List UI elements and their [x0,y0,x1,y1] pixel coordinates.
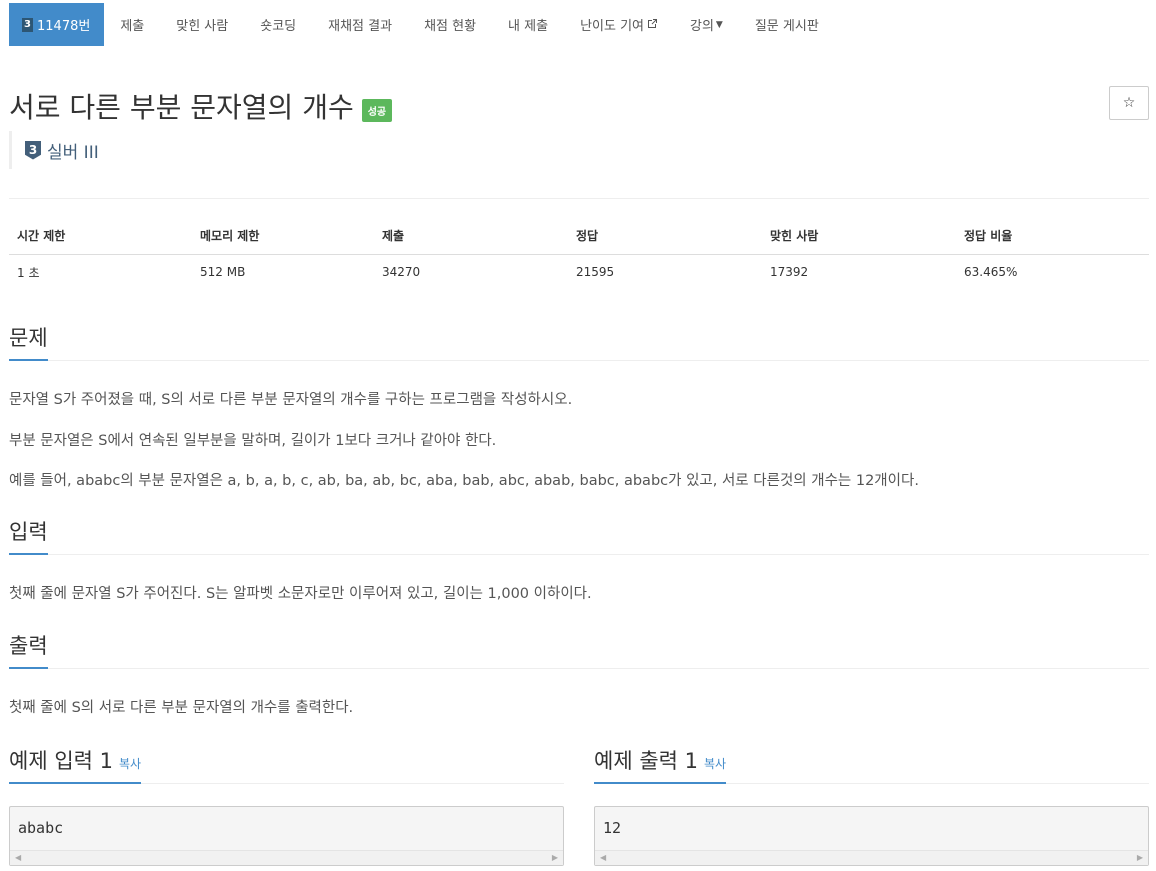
header-time-limit: 시간 제한 [9,218,192,255]
copy-input-link[interactable]: 복사 [119,757,141,771]
header-accept-ratio: 정답 비율 [956,218,1149,255]
input-title: 입력 [9,516,48,555]
nav-lectures-dropdown[interactable]: 강의 ▼ [674,3,739,46]
value-submissions: 34270 [382,265,421,280]
star-icon: ☆ [1122,95,1136,111]
input-header: 입력 [9,516,1149,555]
horizontal-scrollbar[interactable]: ◀ ▶ [595,850,1148,865]
nav-difficulty-label: 난이도 기여 [580,19,644,34]
value-solved-users: 17392 [770,265,809,280]
output-title: 출력 [9,630,48,669]
nav-submit[interactable]: 제출 [104,3,160,46]
sample-input-title: 예제 입력 1 [9,749,113,773]
tier-label: 실버 III [47,142,99,163]
silver-tier-icon: 3 [25,140,41,160]
table-header-row: 시간 제한 메모리 제한 제출 정답 맞힌 사람 정답 비율 [9,218,1149,255]
tier-badge-icon: 3 [22,17,33,32]
sample-output-code: 12 [603,819,622,837]
favorite-star-button[interactable]: ☆ [1109,86,1149,120]
sample-input-box[interactable]: ababc ◀ ▶ [9,806,564,866]
header-submissions: 제출 [374,218,568,255]
description-paragraph-2: 부분 문자열은 S에서 연속된 일부분을 말하며, 길이가 1보다 크거나 같아… [9,433,497,449]
nav-short-coding[interactable]: 숏코딩 [244,3,312,46]
problem-info-table: 시간 제한 메모리 제한 제출 정답 맞힌 사람 정답 비율 1 초 512 M… [9,218,1149,290]
nav-question-board[interactable]: 질문 게시판 [739,3,835,46]
sample-input-code: ababc [18,819,64,837]
nav-difficulty-contribution[interactable]: 난이도 기여 [564,3,674,46]
problem-number-label: 11478번 [37,19,91,34]
table-row: 1 초 512 MB 34270 21595 17392 63.465% [9,254,1149,290]
scroll-left-icon[interactable]: ◀ [600,853,606,862]
output-header: 출력 [9,630,1149,669]
scroll-left-icon[interactable]: ◀ [15,853,21,862]
horizontal-scrollbar[interactable]: ◀ ▶ [10,850,563,865]
header-memory-limit: 메모리 제한 [192,218,374,255]
scroll-right-icon[interactable]: ▶ [1137,853,1143,862]
description-title: 문제 [9,322,48,361]
copy-output-link[interactable]: 복사 [704,757,726,771]
problem-title-row: 서로 다른 부분 문자열의 개수 성공 [9,86,393,126]
scroll-right-icon[interactable]: ▶ [552,853,558,862]
output-description: 첫째 줄에 S의 서로 다른 부분 문자열의 개수를 출력한다. [9,700,354,716]
nav-rejudge-results[interactable]: 재채점 결과 [312,3,408,46]
input-description: 첫째 줄에 문자열 S가 주어진다. S는 알파벳 소문자로만 이루어져 있고,… [9,586,592,602]
nav-judge-status[interactable]: 채점 현황 [408,3,492,46]
value-accept-ratio: 63.465% [964,265,1018,280]
nav-lectures-label: 강의 [690,19,714,34]
status-badge: 성공 [361,98,393,122]
problem-nav: 3 11478번 제출 맞힌 사람 숏코딩 재채점 결과 채점 현황 내 제출 … [9,3,835,46]
tier-indicator: 3 실버 III [9,131,99,169]
nav-problem-number[interactable]: 3 11478번 [9,3,105,46]
sample-input-title-wrap: 예제 입력 1 복사 [9,745,142,784]
description-header: 문제 [9,322,1149,361]
value-time-limit: 1 초 [17,265,40,280]
divider [9,198,1149,199]
header-solved-users: 맞힌 사람 [762,218,956,255]
description-paragraph-1: 문자열 S가 주어졌을 때, S의 서로 다른 부분 문자열의 개수를 구하는 … [9,392,573,408]
description-paragraph-3: 예를 들어, ababc의 부분 문자열은 a, b, a, b, c, ab,… [9,473,919,489]
sample-output-box[interactable]: 12 ◀ ▶ [594,806,1149,866]
sample-output-title: 예제 출력 1 [594,749,698,773]
sample-input-header: 예제 입력 1 복사 [9,745,564,784]
nav-my-submissions[interactable]: 내 제출 [492,3,564,46]
sample-output-header: 예제 출력 1 복사 [594,745,1149,784]
value-memory-limit: 512 MB [200,265,246,280]
nav-solved-users[interactable]: 맞힌 사람 [160,3,244,46]
value-accepted: 21595 [576,265,615,280]
header-accepted: 정답 [568,218,762,255]
sample-output-title-wrap: 예제 출력 1 복사 [594,745,727,784]
problem-title: 서로 다른 부분 문자열의 개수 [9,91,354,124]
caret-down-icon: ▼ [715,19,723,30]
external-link-icon [647,18,658,32]
